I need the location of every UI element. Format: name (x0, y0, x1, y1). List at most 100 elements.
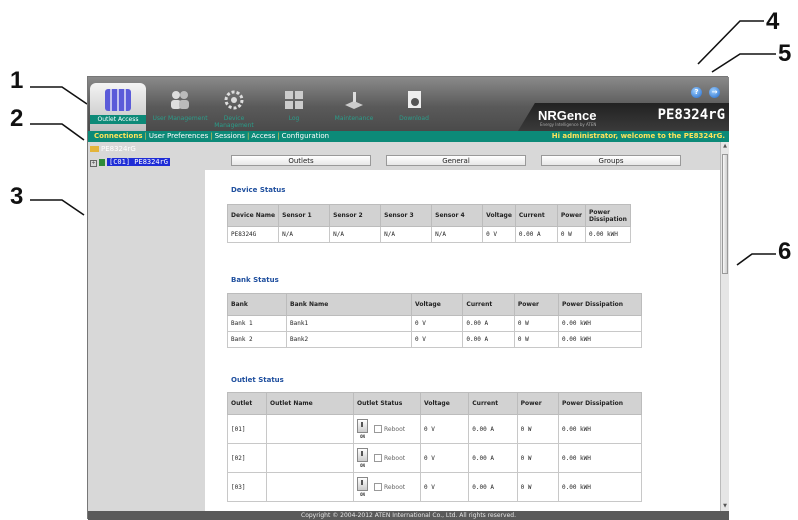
scroll-up-icon[interactable]: ▲ (722, 143, 728, 149)
cell: 0.00 A (462, 331, 515, 348)
cell: 0 V (419, 443, 470, 473)
col-header: Outlet (227, 392, 267, 415)
cell (266, 472, 354, 502)
scroll-thumb[interactable] (722, 154, 728, 274)
cell: Bank1 (286, 315, 412, 332)
device-icon (99, 158, 105, 166)
on-label: ON (360, 434, 365, 439)
cell: 0.00 A (468, 414, 518, 444)
cell: 0.00 kWH (558, 443, 642, 473)
cell: 0 W (556, 226, 587, 243)
toolbar-device-management[interactable]: Device Management (206, 83, 262, 131)
reboot-checkbox[interactable] (374, 425, 382, 433)
cell: Bank2 (286, 331, 412, 348)
menu-sessions[interactable]: Sessions (215, 132, 245, 140)
col-header: Power Dissipation (558, 392, 642, 415)
bank-status-table: Bank Bank Name Voltage Current Power Pow… (227, 293, 642, 348)
power-switch-icon[interactable] (357, 448, 368, 462)
cell: 0.00 kWH (558, 315, 642, 332)
tab-outlets[interactable]: Outlets (231, 155, 371, 166)
toolbar-label: Device Management (214, 115, 254, 129)
table-row: PE8324G N/A N/A N/A N/A 0 V 0.00 A 0 W 0… (226, 226, 631, 243)
expand-icon[interactable]: + (90, 160, 97, 167)
cell: 0.00 A (514, 226, 558, 243)
col-header: Power Dissipation (585, 204, 631, 227)
outlet-status-cell: ON Reboot (353, 443, 421, 473)
download-icon (408, 91, 421, 108)
table-row: [02] ON Reboot 0 V 0.00 A 0 W 0.00 kWH (227, 443, 642, 473)
callout-2: 2 (10, 105, 24, 132)
cell: N/A (329, 226, 382, 243)
cell: 0.00 kWH (558, 472, 642, 502)
top-toolbar: Outlet Access User Management Device Man… (88, 77, 729, 131)
on-label: ON (360, 463, 365, 468)
toolbar-download[interactable]: Download (386, 83, 442, 131)
brand-model: PE8324rG (657, 107, 725, 123)
toolbar-label: Log (288, 115, 300, 122)
tree-node-label: [C01] PE8324rG (107, 158, 171, 166)
toolbar-user-management[interactable]: User Management (152, 83, 208, 131)
col-header: Current (514, 204, 558, 227)
col-header: Current (468, 392, 518, 415)
col-header: Outlet Status (353, 392, 421, 415)
app-window: Outlet Access User Management Device Man… (87, 76, 729, 520)
outlet-status-cell: ON Reboot (353, 472, 421, 502)
outlet-status-title: Outlet Status (231, 376, 284, 384)
device-tree-panel: PE8324rG + [C01] PE8324rG (88, 142, 205, 512)
tab-general[interactable]: General (386, 155, 526, 166)
help-icon[interactable]: ? (691, 87, 702, 98)
toolbar-maintenance[interactable]: Maintenance (326, 83, 382, 131)
menu-user-preferences[interactable]: User Preferences (149, 132, 208, 140)
menu-bar: Connections | User Preferences | Sessions | Ac… (88, 131, 729, 142)
col-header: Voltage (482, 204, 516, 227)
col-header: Sensor 3 (380, 204, 433, 227)
cell: N/A (278, 226, 331, 243)
menu-access[interactable]: Access (251, 132, 275, 140)
reboot-checkbox[interactable] (374, 483, 382, 491)
col-header: Power (556, 204, 587, 227)
tree-node-c01[interactable]: + [C01] PE8324rG (90, 158, 171, 167)
cell: 0.00 A (468, 472, 518, 502)
col-header: Sensor 4 (431, 204, 484, 227)
gear-icon (224, 90, 244, 110)
cell (266, 443, 354, 473)
vertical-scrollbar[interactable]: ▲ ▼ (720, 142, 729, 512)
tab-groups[interactable]: Groups (541, 155, 681, 166)
cell: 0 V (419, 414, 470, 444)
toolbar-label: User Management (152, 115, 208, 122)
col-header: Power (513, 293, 560, 316)
cell: 0 W (516, 414, 560, 444)
outlet-grid-icon (105, 89, 131, 111)
power-switch-icon[interactable] (357, 419, 368, 433)
callout-3: 3 (10, 183, 24, 210)
col-header: Bank Name (286, 293, 412, 316)
toolbar-log[interactable]: Log (266, 83, 322, 131)
cell: 0.00 kWH (585, 226, 631, 243)
welcome-message: Hi administrator, welcome to the PE8324r… (551, 132, 725, 140)
col-header: Voltage (410, 293, 464, 316)
col-header: Power (516, 392, 560, 415)
callout-1: 1 (10, 67, 24, 94)
reboot-label: Reboot (384, 483, 406, 491)
table-row: Bank 1 Bank1 0 V 0.00 A 0 W 0.00 kWH (227, 315, 642, 332)
reboot-checkbox[interactable] (374, 454, 382, 462)
tree-root-label: PE8324rG (101, 145, 136, 153)
main-content: Device Status Device Name Sensor 1 Senso… (205, 170, 720, 511)
logout-icon[interactable]: → (709, 87, 720, 98)
cell: 0 V (410, 331, 464, 348)
scroll-down-icon[interactable]: ▼ (722, 503, 728, 509)
col-header: Outlet Name (266, 392, 354, 415)
col-header: Current (462, 293, 515, 316)
users-icon (171, 91, 189, 109)
bank-status-title: Bank Status (231, 276, 279, 284)
device-status-title: Device Status (231, 186, 286, 194)
cell: N/A (380, 226, 433, 243)
reboot-label: Reboot (384, 454, 406, 462)
menu-connections[interactable]: Connections (94, 132, 143, 140)
cell: PE8324G (226, 226, 280, 243)
power-switch-icon[interactable] (357, 477, 368, 491)
menu-configuration[interactable]: Configuration (282, 132, 329, 140)
toolbar-outlet-access[interactable]: Outlet Access (90, 83, 146, 131)
cell: 0 V (410, 315, 464, 332)
tree-root[interactable]: PE8324rG (90, 145, 136, 153)
